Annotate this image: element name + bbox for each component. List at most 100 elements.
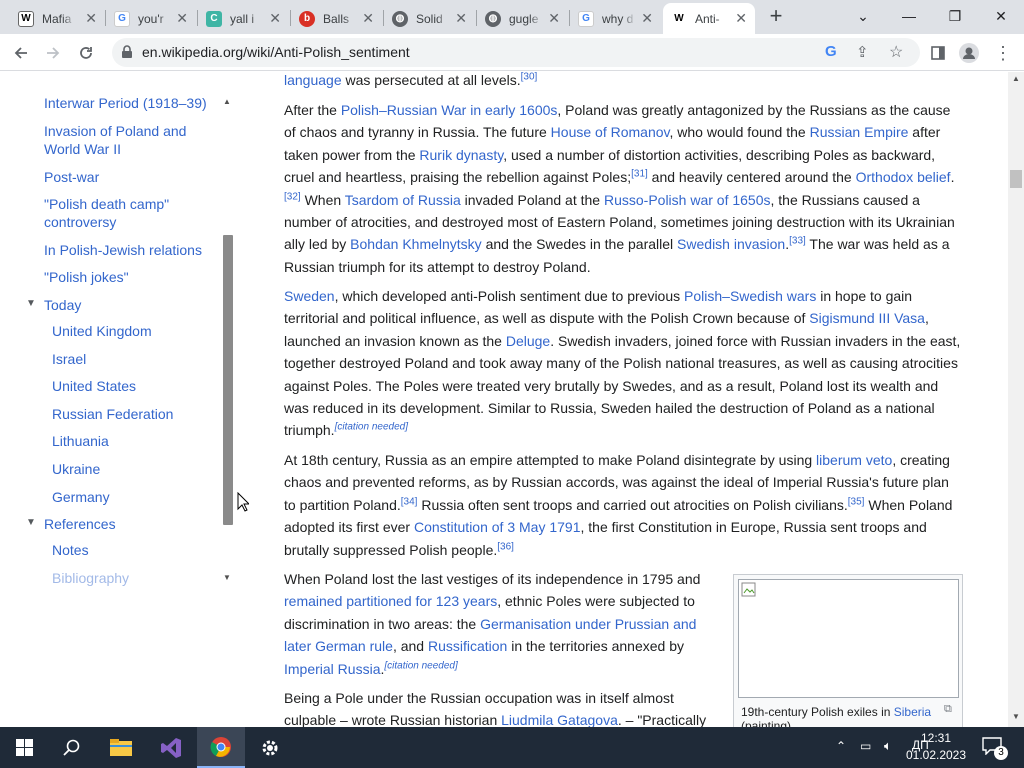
- close-tab-icon[interactable]: ✕: [641, 11, 653, 25]
- broken-image-icon: [741, 582, 756, 597]
- article-paragraph: When Poland lost the last vestiges of it…: [284, 571, 701, 677]
- toc-item-israel[interactable]: Israel: [52, 350, 86, 368]
- google-lens-icon[interactable]: G: [825, 43, 837, 60]
- browser-window: W Mafia ✕ G you'r ✕ C yall i ✕ b Balls ✕…: [0, 0, 1024, 768]
- caption-link[interactable]: Siberia: [894, 705, 931, 719]
- close-tab-icon[interactable]: ✕: [548, 11, 560, 25]
- article-paragraph: Sweden, which developed anti-Polish sent…: [284, 288, 961, 439]
- tab-solid[interactable]: ◍ Solid ✕: [384, 3, 475, 34]
- toc-item-lithuania[interactable]: Lithuania: [52, 432, 109, 450]
- tab-yall[interactable]: C yall i ✕: [198, 3, 289, 34]
- close-tab-icon[interactable]: ✕: [269, 11, 281, 25]
- collapse-caret-icon[interactable]: ▼: [26, 298, 36, 309]
- google-icon: G: [578, 10, 594, 27]
- tab-why[interactable]: G why d ✕: [570, 3, 661, 34]
- toc-scrollbar[interactable]: ▲ ▼: [221, 95, 235, 590]
- globe-icon: ◍: [392, 10, 408, 27]
- tab-title: you'r: [138, 11, 164, 26]
- close-tab-icon[interactable]: ✕: [362, 11, 374, 25]
- page-content: Interwar Period (1918–39) Invasion of Po…: [0, 72, 1008, 727]
- article-link[interactable]: language: [284, 72, 342, 88]
- close-tab-icon[interactable]: ✕: [455, 11, 467, 25]
- clock-time: 12:31: [920, 731, 952, 745]
- toc-item-polish-jewish[interactable]: In Polish-Jewish relations: [44, 241, 202, 259]
- toc-item-germany[interactable]: Germany: [52, 488, 110, 506]
- article-paragraph: After the Polish–Russian War in early 16…: [284, 102, 955, 275]
- toc-item-us[interactable]: United States: [52, 377, 136, 395]
- close-tab-icon[interactable]: ✕: [735, 11, 747, 25]
- tab-title: gugle: [509, 11, 539, 26]
- profile-avatar-icon[interactable]: [956, 40, 982, 66]
- tab-title: why d: [602, 11, 634, 26]
- restore-button[interactable]: ❐: [932, 0, 978, 32]
- toc-item-references[interactable]: References: [44, 515, 116, 533]
- show-hidden-icons-icon[interactable]: ⌃: [836, 739, 846, 753]
- bing-icon: b: [299, 10, 315, 27]
- forward-icon[interactable]: [40, 40, 66, 66]
- toc-item-today[interactable]: Today: [44, 296, 81, 314]
- lock-icon[interactable]: [121, 45, 133, 64]
- back-icon[interactable]: [8, 40, 34, 66]
- toc-item-notes[interactable]: Notes: [52, 541, 89, 559]
- chrome-icon[interactable]: [197, 727, 245, 768]
- enlarge-icon[interactable]: ⧉: [944, 703, 952, 716]
- windows-start-icon[interactable]: [0, 727, 48, 768]
- toc-item-post-war[interactable]: Post-war: [44, 168, 99, 186]
- toc-item-uk[interactable]: United Kingdom: [52, 322, 152, 340]
- new-tab-button[interactable]: +: [754, 0, 798, 32]
- toc-item-bibliography[interactable]: Bibliography: [52, 569, 129, 587]
- figure-caption: 19th-century Polish exiles in Siberia (pa…: [741, 705, 932, 727]
- browser-toolbar: en.wikipedia.org/wiki/Anti-Polish_sentim…: [0, 34, 1024, 71]
- share-icon[interactable]: ⇪: [856, 43, 869, 61]
- tab-anti-polish[interactable]: W Anti- ✕: [663, 3, 755, 34]
- settings-gear-icon[interactable]: [246, 727, 294, 768]
- tab-title: Mafia: [42, 11, 72, 26]
- file-explorer-icon[interactable]: [97, 727, 145, 768]
- toc-item-death-camp[interactable]: "Polish death camp" controversy: [44, 195, 194, 231]
- search-icon[interactable]: [48, 727, 96, 768]
- close-window-button[interactable]: ✕: [978, 0, 1024, 32]
- url-text: en.wikipedia.org/wiki/Anti-Polish_sentim…: [142, 44, 410, 60]
- windows-taskbar: ⌃ ▭ 🔈︎ ДП 12:31 01.02.2023 3: [0, 727, 1024, 768]
- tab-gugle[interactable]: ◍ gugle ✕: [477, 3, 568, 34]
- menu-kebab-icon[interactable]: ⋮: [990, 40, 1016, 66]
- toc-scrollbar-thumb[interactable]: [223, 235, 233, 525]
- tab-search-button[interactable]: ⌄: [840, 0, 886, 32]
- toc-item-polish-jokes[interactable]: "Polish jokes": [44, 268, 129, 286]
- broken-image[interactable]: [738, 579, 959, 698]
- crypto-icon: C: [206, 10, 222, 27]
- tab-balls[interactable]: b Balls ✕: [291, 3, 382, 34]
- clock-date: 01.02.2023: [905, 748, 967, 762]
- toc-item-invasion[interactable]: Invasion of Poland and World War II: [44, 122, 214, 158]
- notifications-icon[interactable]: 3: [982, 737, 1008, 760]
- page-scrollbar[interactable]: ▲ ▼: [1008, 72, 1024, 727]
- page-scrollbar-thumb[interactable]: [1010, 170, 1022, 188]
- figure-thumbnail: 19th-century Polish exiles in Siberia (pa…: [733, 574, 963, 727]
- toc-item-ukraine[interactable]: Ukraine: [52, 460, 100, 478]
- reference[interactable]: [30]: [521, 72, 538, 82]
- scroll-down-arrow-icon[interactable]: ▼: [223, 573, 231, 582]
- tab-title: Balls: [323, 11, 350, 26]
- volume-icon[interactable]: 🔈︎: [884, 738, 892, 754]
- system-clock[interactable]: 12:31 01.02.2023: [900, 730, 972, 764]
- side-panel-icon[interactable]: [925, 40, 951, 66]
- toc-item-russia[interactable]: Russian Federation: [52, 405, 173, 423]
- network-icon[interactable]: ▭: [860, 739, 871, 753]
- reload-icon[interactable]: [73, 40, 99, 66]
- close-tab-icon[interactable]: ✕: [176, 11, 188, 25]
- bookmark-star-icon[interactable]: ☆: [889, 42, 903, 62]
- scroll-up-arrow-icon[interactable]: ▲: [1012, 74, 1020, 83]
- address-bar[interactable]: en.wikipedia.org/wiki/Anti-Polish_sentim…: [112, 38, 920, 67]
- collapse-caret-icon[interactable]: ▼: [26, 517, 36, 528]
- scroll-up-arrow-icon[interactable]: ▲: [223, 97, 231, 106]
- tab-mafia[interactable]: W Mafia ✕: [10, 3, 105, 34]
- tab-title: Solid: [416, 11, 443, 26]
- tab-youre[interactable]: G you'r ✕: [106, 3, 196, 34]
- toc-item-interwar[interactable]: Interwar Period (1918–39): [44, 94, 207, 112]
- scroll-down-arrow-icon[interactable]: ▼: [1012, 712, 1020, 721]
- close-tab-icon[interactable]: ✕: [85, 11, 97, 25]
- minimize-button[interactable]: —: [886, 0, 932, 32]
- notification-count-badge: 3: [994, 746, 1008, 760]
- wikipedia-icon: W: [671, 10, 687, 27]
- visual-studio-icon[interactable]: [147, 727, 195, 768]
